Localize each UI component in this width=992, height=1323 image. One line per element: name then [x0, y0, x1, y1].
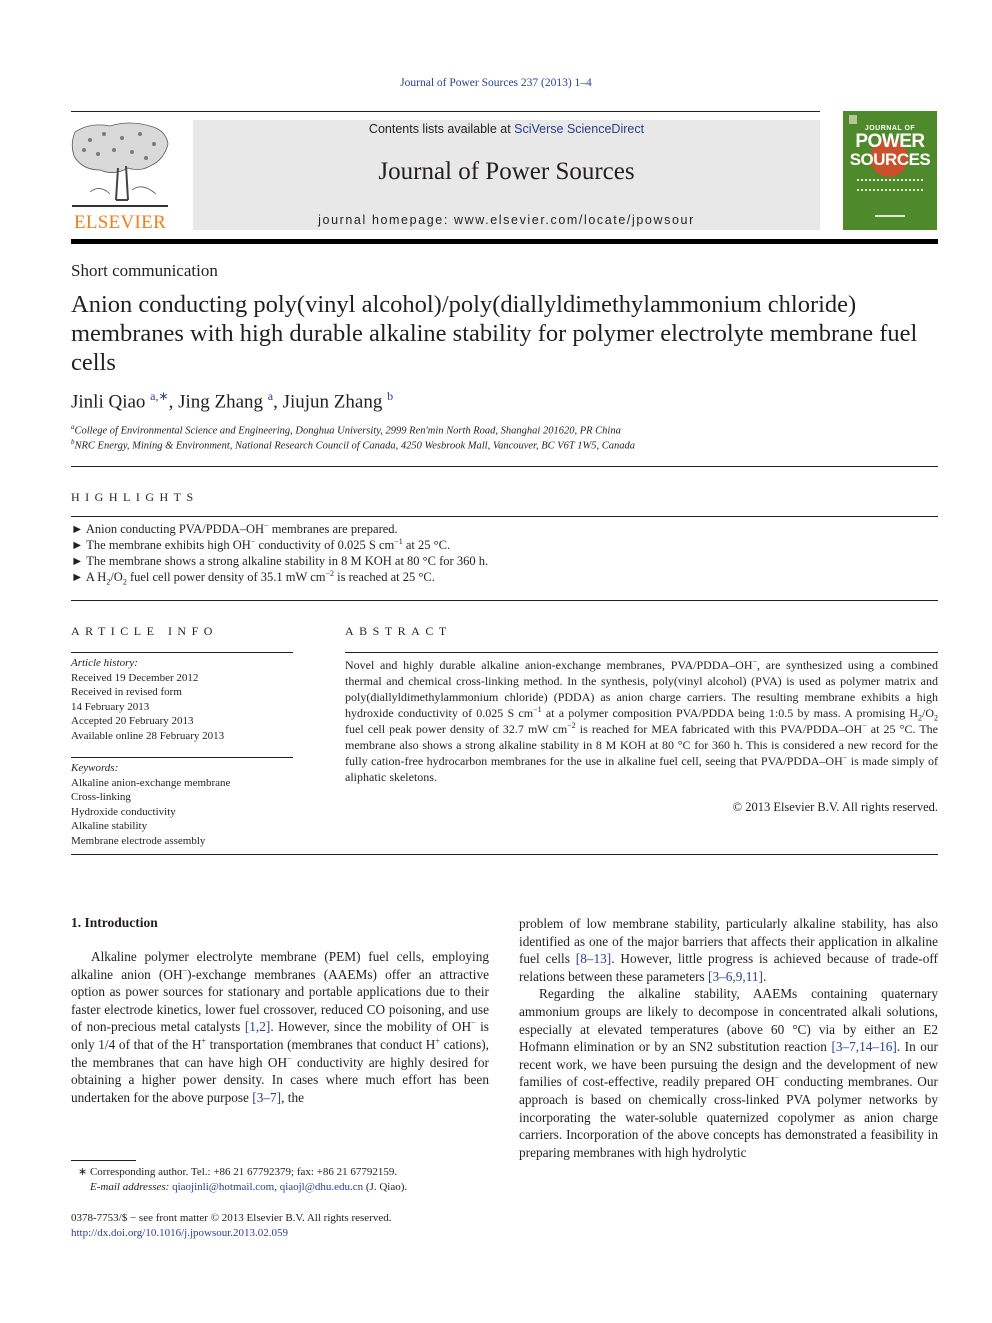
author-name[interactable]: Jinli Qiao [71, 391, 145, 412]
email-link[interactable]: qiaojinli@hotmail.com [172, 1181, 274, 1193]
cover-sources: SOURCES [849, 150, 931, 169]
divider [71, 854, 938, 855]
contents-available-line: Contents lists available at SciVerse Sci… [193, 122, 820, 136]
contents-prefix: Contents lists available at [368, 122, 515, 136]
citation-link[interactable]: [8–13] [576, 951, 611, 966]
homepage-prefix: journal homepage: [318, 213, 454, 227]
history-item: Received in revised form [71, 686, 182, 698]
elsevier-logo[interactable]: ELSEVIER [70, 120, 170, 233]
divider [71, 757, 293, 758]
abstract-text: Novel and highly durable alkaline anion-… [345, 657, 938, 785]
history-item: 14 February 2013 [71, 700, 150, 713]
abstract-copyright: © 2013 Elsevier B.V. All rights reserved… [732, 800, 938, 814]
sciencedirect-link[interactable]: SciVerse ScienceDirect [514, 122, 644, 136]
author-list: Jinli Qiao a,∗, Jing Zhang a, Jiujun Zha… [71, 389, 394, 413]
cover-subtitle-lines [857, 179, 923, 191]
keywords: Keywords: Alkaline anion-exchange membra… [71, 761, 230, 848]
doi-link-text[interactable]: http://dx.doi.org/10.1016/j.jpowsour.201… [71, 1227, 288, 1239]
abstract-heading: ABSTRACT [345, 624, 452, 638]
header-bottom-rule [71, 239, 938, 244]
affiliation-text: College of Environmental Science and Eng… [74, 425, 621, 437]
footnote-rule [71, 1160, 136, 1161]
doi-link[interactable]: http://dx.doi.org/10.1016/j.jpowsour.201… [71, 1226, 288, 1241]
keyword: Alkaline anion-exchange membrane [71, 776, 231, 789]
affiliation-text: NRC Energy, Mining & Environment, Nation… [74, 440, 635, 452]
highlight-item: ► A H2/O2 fuel cell power density of 35.… [71, 568, 435, 587]
asterisk-icon: ∗ [78, 1166, 88, 1178]
paragraph: problem of low membrane stability, parti… [519, 916, 938, 984]
cover-publisher-mark [849, 115, 857, 124]
author-name[interactable]: Jiujun Zhang [283, 391, 383, 412]
elsevier-tree-icon [71, 122, 169, 207]
email-link[interactable]: qiaojl@dhu.edu.cn [280, 1181, 363, 1193]
highlights-list: ► Anion conducting PVA/PDDA–OH− membrane… [71, 520, 489, 587]
article-history: Article history: Received 19 December 20… [71, 656, 224, 743]
article-type: Short communication [71, 261, 218, 280]
divider [71, 466, 938, 467]
divider [71, 600, 938, 601]
history-item: Received 19 December 2012 [71, 671, 199, 684]
article-title: Anion conducting poly(vinyl alcohol)/pol… [71, 291, 918, 376]
keyword: Alkaline stability [71, 820, 148, 832]
citation-link[interactable]: [1,2] [245, 1019, 270, 1034]
author-marks[interactable]: a [268, 389, 273, 403]
journal-cover-thumbnail[interactable]: JOURNAL OF POWER SOURCES [843, 111, 937, 230]
header-top-rule [71, 111, 820, 112]
article-info-heading: ARTICLE INFO [71, 624, 218, 638]
journal-masthead: Contents lists available at SciVerse Sci… [193, 120, 820, 230]
paragraph: Regarding the alkaline stability, AAEMs … [519, 986, 938, 1160]
citation-link[interactable]: [3–7] [252, 1090, 281, 1105]
author-name[interactable]: Jing Zhang [178, 391, 263, 412]
citation-link[interactable]: [3–6,9,11] [708, 969, 763, 984]
body-column-left: Alkaline polymer electrolyte membrane (P… [71, 948, 489, 1106]
divider [71, 652, 293, 653]
divider [345, 652, 938, 653]
history-item: Available online 28 February 2013 [71, 729, 225, 742]
highlight-item: ► The membrane exhibits high OH− conduct… [71, 536, 451, 552]
highlight-item: ► The membrane shows a strong alkaline s… [71, 554, 489, 568]
email-note: E-mail addresses: qiaojinli@hotmail.com,… [90, 1181, 408, 1193]
elsevier-wordmark: ELSEVIER [73, 212, 167, 233]
affiliation-b: bNRC Energy, Mining & Environment, Natio… [71, 438, 635, 452]
body-column-right: problem of low membrane stability, parti… [519, 915, 938, 1161]
author-marks[interactable]: b [387, 389, 393, 403]
bullet-triangle-icon: ► [71, 522, 84, 536]
homepage-url[interactable]: www.elsevier.com/locate/jpowsour [454, 213, 695, 227]
corresponding-author-note: ∗ Corresponding author. Tel.: +86 21 677… [78, 1166, 398, 1178]
history-label: Article history: [71, 657, 138, 669]
author-marks[interactable]: a,∗ [150, 389, 168, 403]
bullet-triangle-icon: ► [71, 538, 84, 552]
keywords-label: Keywords: [71, 762, 119, 774]
keyword: Hydroxide conductivity [71, 805, 176, 818]
paragraph: Alkaline polymer electrolyte membrane (P… [71, 949, 490, 1105]
history-item: Accepted 20 February 2013 [71, 715, 194, 727]
affiliation-a: aCollege of Environmental Science and En… [71, 423, 621, 437]
journal-homepage-line: journal homepage: www.elsevier.com/locat… [193, 213, 820, 227]
journal-title: Journal of Power Sources [378, 158, 635, 185]
keyword: Membrane electrode assembly [71, 834, 206, 847]
bullet-triangle-icon: ► [71, 570, 84, 584]
divider [71, 516, 938, 517]
cover-footer-line [875, 215, 905, 217]
bullet-triangle-icon: ► [71, 554, 84, 568]
issn-line: 0378-7753/$ − see front matter © 2013 El… [71, 1212, 392, 1224]
citation-link[interactable]: [3–7,14–16] [831, 1039, 896, 1054]
highlights-heading: HIGHLIGHTS [71, 490, 199, 504]
section-heading-introduction: 1. Introduction [71, 915, 158, 930]
highlight-item: ► Anion conducting PVA/PDDA–OH− membrane… [71, 520, 398, 536]
keyword: Cross-linking [71, 791, 131, 803]
running-head[interactable]: Journal of Power Sources 237 (2013) 1–4 [0, 77, 992, 89]
